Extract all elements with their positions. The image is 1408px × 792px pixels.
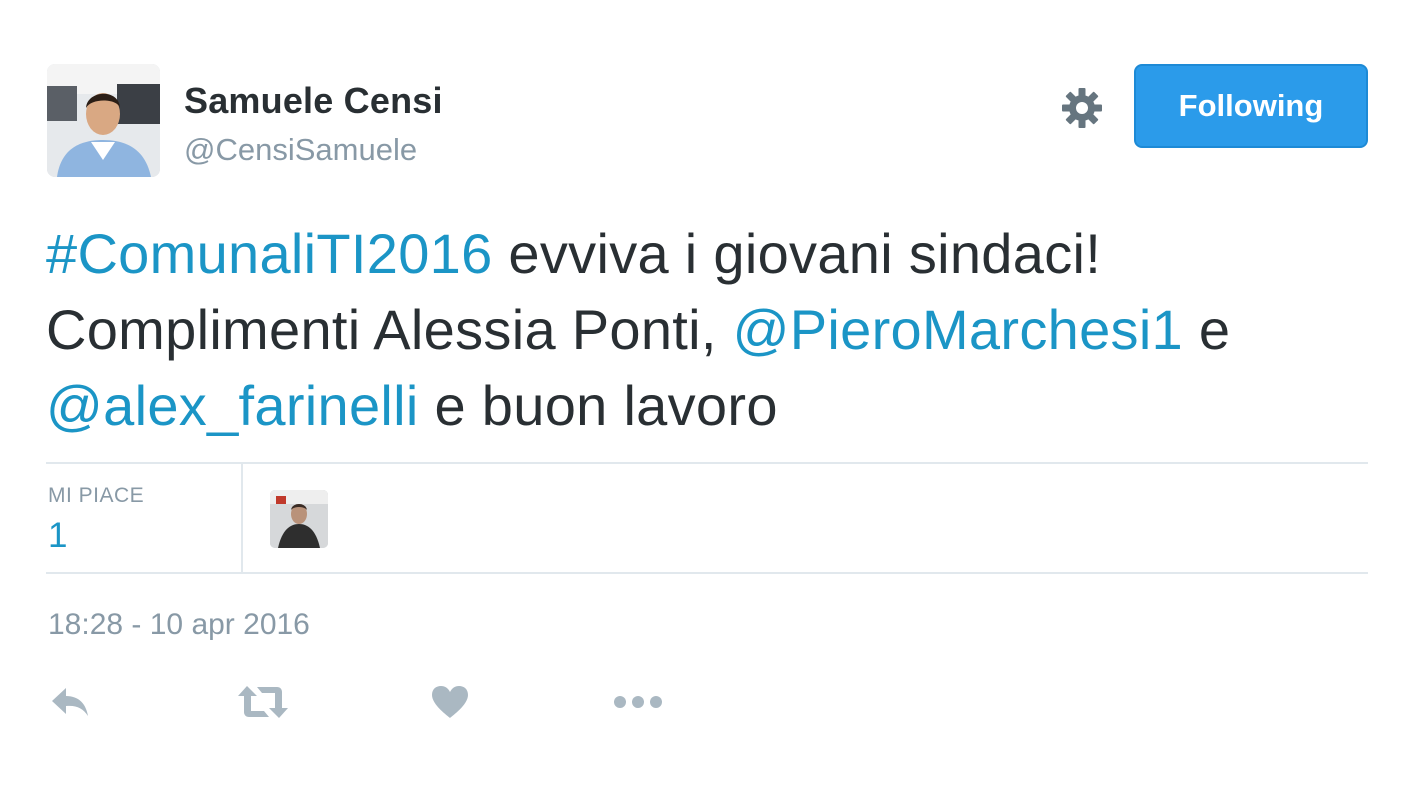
liker-avatar[interactable] (270, 490, 328, 548)
hashtag-link[interactable]: #ComunaliTI2016 (46, 222, 493, 285)
following-button[interactable]: Following (1134, 64, 1368, 148)
tweet-line-2: Complimenti Alessia Ponti, @PieroMarches… (46, 292, 1366, 368)
retweet-icon (238, 686, 288, 718)
tweet-line-1: #ComunaliTI2016 evviva i giovani sindaci… (46, 216, 1366, 292)
reply-button[interactable] (48, 680, 92, 724)
stats-divider (241, 464, 243, 572)
gear-icon[interactable] (1058, 84, 1106, 132)
more-button[interactable] (612, 680, 664, 724)
tweet-text-segment: evviva i giovani sindaci! (492, 222, 1102, 285)
tweet-text-segment: e (1183, 298, 1231, 361)
likes-count[interactable]: 1 (48, 516, 67, 556)
reply-icon (52, 688, 88, 716)
like-button[interactable] (430, 680, 470, 724)
tweet-text-segment: Complimenti Alessia Ponti, (46, 298, 733, 361)
tweet-text: #ComunaliTI2016 evviva i giovani sindaci… (46, 216, 1366, 444)
tweet-card: Samuele Censi @CensiSamuele Following #C… (0, 0, 1408, 792)
more-dots-icon (614, 696, 662, 708)
author-name[interactable]: Samuele Censi (184, 80, 443, 122)
tweet-line-3: @alex_farinelli e buon lavoro (46, 368, 1366, 444)
author-handle[interactable]: @CensiSamuele (184, 132, 417, 168)
mention-link[interactable]: @PieroMarchesi1 (733, 298, 1183, 361)
likes-label[interactable]: MI PIACE (48, 484, 144, 508)
author-avatar[interactable] (47, 64, 160, 177)
mention-link[interactable]: @alex_farinelli (46, 374, 419, 437)
retweet-button[interactable] (236, 680, 290, 724)
heart-icon (432, 686, 468, 718)
tweet-stats: MI PIACE 1 (46, 462, 1368, 574)
tweet-text-segment: e buon lavoro (418, 374, 778, 437)
tweet-timestamp[interactable]: 18:28 - 10 apr 2016 (48, 608, 310, 642)
